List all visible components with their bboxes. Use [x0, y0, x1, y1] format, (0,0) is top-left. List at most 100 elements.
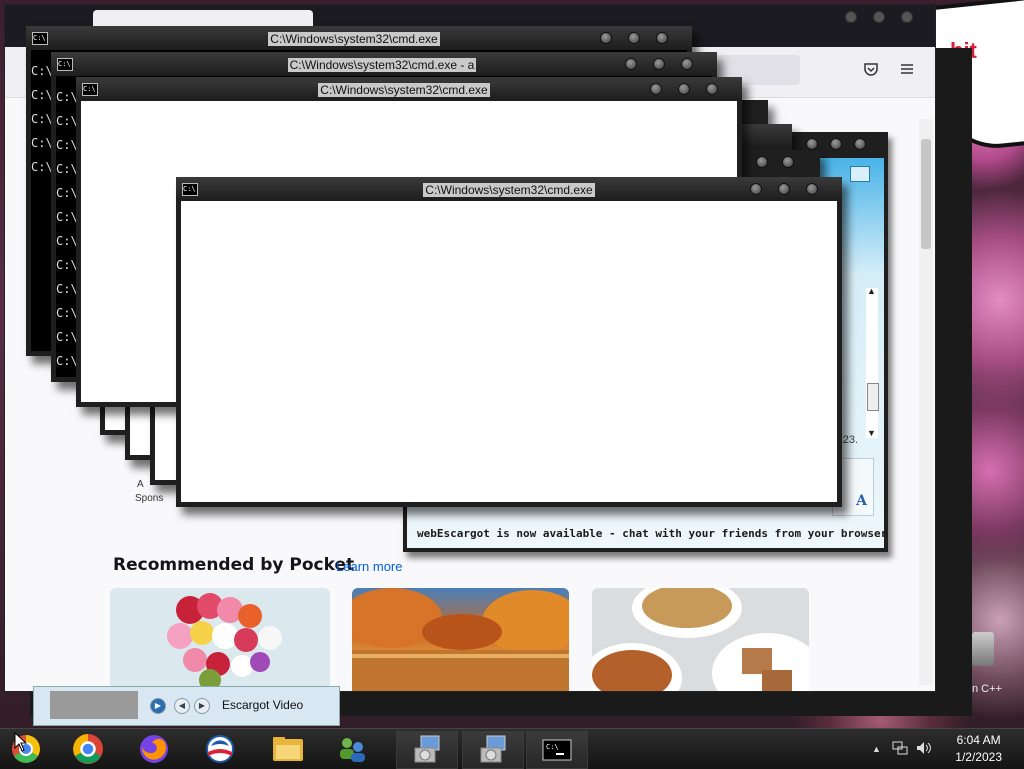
console-window-stub — [740, 150, 820, 180]
network-icon[interactable] — [892, 741, 908, 758]
cmd-icon: C:\ — [542, 739, 572, 761]
previous-icon[interactable]: ◀ — [174, 698, 190, 714]
minimize-button[interactable] — [845, 11, 857, 23]
pocket-card[interactable] — [592, 588, 809, 691]
obama-logo-icon — [206, 735, 234, 763]
window-titlebar[interactable]: C:\ C:\Windows\system32\cmd.exe — [176, 177, 842, 201]
sugar-cube-image — [762, 670, 792, 691]
maximize-button[interactable] — [782, 156, 794, 168]
maximize-button[interactable] — [830, 138, 842, 150]
minimize-button[interactable] — [650, 83, 662, 95]
window-titlebar[interactable]: C:\ C:\Windows\system32\cmd.exe — [26, 26, 692, 50]
prompt-line: C:\ — [56, 234, 78, 248]
maximize-button[interactable] — [778, 183, 790, 195]
messenger-scrollbar[interactable]: ▲ ▼ — [866, 286, 879, 438]
window-title: C:\Windows\system32\cmd.exe — [268, 32, 440, 46]
prompt-line: C:\ — [31, 112, 53, 126]
taskbar-cmd[interactable]: C:\ — [526, 731, 588, 769]
prompt-line: C:\ — [31, 64, 53, 78]
taskbar-file-explorer[interactable] — [258, 731, 318, 767]
prompt-line: C:\ — [31, 136, 53, 150]
maximize-button[interactable] — [628, 32, 640, 44]
partial-date: 23. — [842, 434, 858, 446]
recycle-bin-icon[interactable] — [972, 632, 994, 666]
prompt-line: C:\ — [56, 162, 78, 176]
minimize-button[interactable] — [756, 156, 768, 168]
video-title: Escargot Video — [222, 698, 304, 712]
video-player-bar: ▶ ◀ ▶ Escargot Video — [33, 686, 340, 726]
minimize-button[interactable] — [625, 58, 637, 70]
svg-text:C:\: C:\ — [546, 743, 559, 751]
scroll-down-arrow[interactable] — [919, 685, 935, 691]
desktop-icon-label[interactable]: n C++ — [972, 683, 1002, 695]
taskbar-installer[interactable] — [462, 731, 524, 769]
window-titlebar[interactable]: C:\ C:\Windows\system32\cmd.exe - a — [51, 52, 717, 76]
prompt-line: C:\ — [56, 258, 78, 272]
maximize-button[interactable] — [873, 11, 885, 23]
installer-icon — [480, 735, 506, 763]
prompt-line: C:\ — [56, 114, 78, 128]
cmd-window: C:\ C:\Windows\system32\cmd.exe — [176, 177, 842, 507]
prompt-line: C:\ — [31, 160, 53, 174]
prompt-line: C:\ — [56, 186, 78, 200]
taskbar-app[interactable] — [190, 731, 250, 767]
taskbar-firefox[interactable] — [124, 731, 184, 767]
partial-label: Spons — [135, 493, 164, 504]
clock-date: 1/2/2023 — [955, 750, 1002, 764]
pocket-section-title: Recommended by Pocket — [113, 555, 355, 575]
prompt-line: C:\ — [56, 282, 78, 296]
minimize-button[interactable] — [750, 183, 762, 195]
mouse-cursor-icon — [14, 731, 28, 757]
scroll-up-icon[interactable]: ▲ — [867, 286, 876, 296]
scroll-down-icon[interactable]: ▼ — [867, 428, 876, 438]
close-button[interactable] — [656, 32, 668, 44]
taskbar-installer[interactable] — [396, 731, 458, 769]
flower-bouquet-image — [167, 593, 282, 691]
pocket-card[interactable] — [110, 588, 330, 691]
scrollbar-thumb[interactable] — [921, 139, 931, 249]
page-scrollbar[interactable] — [919, 119, 933, 685]
learn-more-link[interactable]: Learn more — [336, 559, 402, 574]
firefox-icon — [140, 735, 168, 763]
play-icon[interactable]: ▶ — [150, 698, 166, 714]
scrollbar-thumb[interactable] — [867, 383, 879, 411]
maximize-button[interactable] — [678, 83, 690, 95]
menu-icon[interactable] — [899, 61, 915, 82]
cmd-icon: C:\ — [82, 83, 98, 96]
taskbar-chrome[interactable] — [58, 731, 118, 767]
cmd-icon: C:\ — [32, 32, 48, 45]
options-icon[interactable] — [850, 166, 870, 182]
close-button[interactable] — [806, 183, 818, 195]
video-thumbnail[interactable] — [50, 691, 138, 719]
pocket-icon[interactable] — [863, 61, 879, 82]
autumn-lake-image — [352, 588, 569, 691]
system-clock[interactable]: 6:04 AM 1/2/2023 — [955, 732, 1002, 766]
prompt-line: C:\ — [56, 306, 78, 320]
close-button[interactable] — [901, 11, 913, 23]
next-icon[interactable]: ▶ — [194, 698, 210, 714]
pocket-card[interactable] — [352, 588, 569, 691]
close-button[interactable] — [681, 58, 693, 70]
messenger-notice[interactable]: webEscargot is now available - chat with… — [417, 527, 887, 540]
cmd-icon: C:\ — [182, 183, 198, 196]
font-icon: A — [856, 493, 867, 509]
taskbar-network-app[interactable] — [322, 731, 382, 767]
window-titlebar[interactable] — [740, 124, 792, 148]
prompt-line: C:\ — [56, 90, 78, 104]
prompt-line: C:\ — [56, 138, 78, 152]
volume-icon[interactable] — [916, 741, 932, 758]
folder-icon — [273, 737, 303, 761]
close-button[interactable] — [706, 83, 718, 95]
minimize-button[interactable] — [806, 138, 818, 150]
minimize-button[interactable] — [600, 32, 612, 44]
window-titlebar[interactable]: C:\ C:\Windows\system32\cmd.exe — [76, 77, 742, 101]
maximize-button[interactable] — [653, 58, 665, 70]
window-title: C:\Windows\system32\cmd.exe - a — [287, 58, 477, 72]
tray-chevron-icon[interactable]: ▲ — [872, 744, 881, 754]
console-output[interactable] — [181, 201, 837, 502]
network-users-icon — [340, 738, 365, 762]
prompt-line: C:\ — [56, 354, 78, 368]
partial-label: A — [137, 479, 144, 490]
close-button[interactable] — [854, 138, 866, 150]
window-title: C:\Windows\system32\cmd.exe — [318, 83, 490, 97]
